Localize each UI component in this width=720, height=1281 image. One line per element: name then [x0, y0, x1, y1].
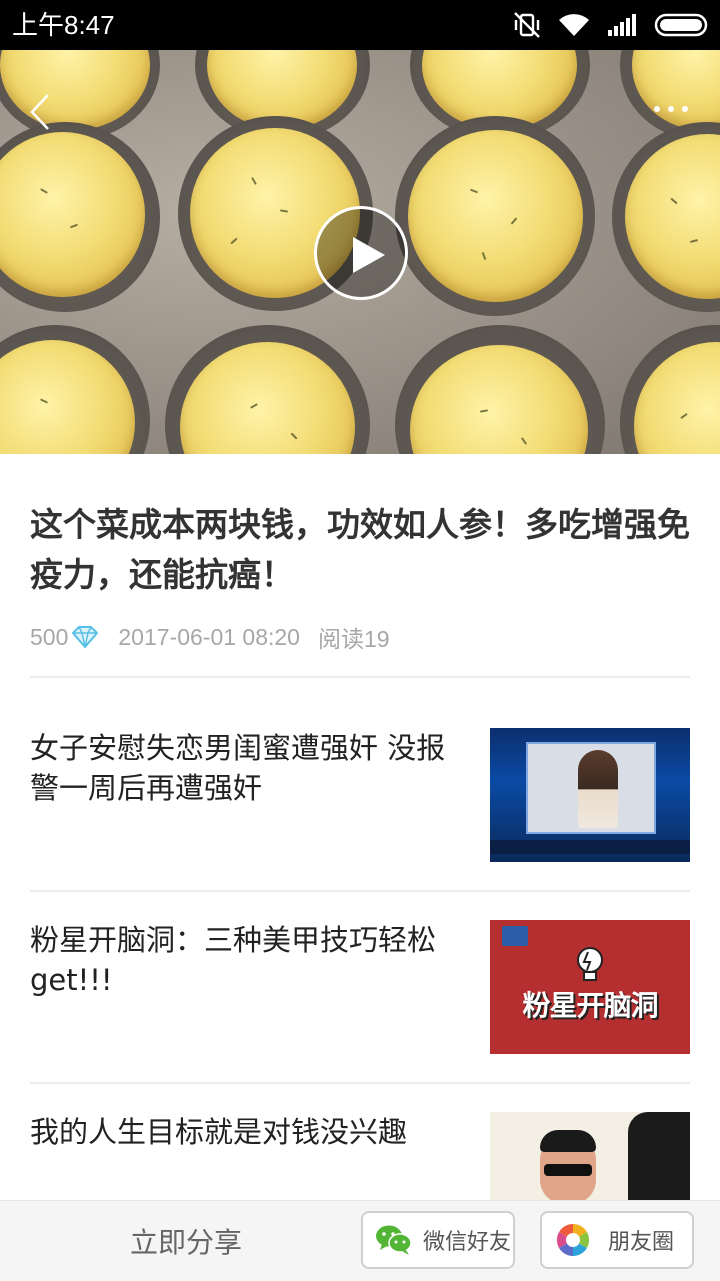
related-thumbnail: [490, 728, 690, 862]
play-icon: [353, 237, 385, 273]
divider: [30, 890, 690, 892]
divider: [30, 1082, 690, 1084]
related-title: 女子安慰失恋男闺蜜遭强奸 没报警一周后再遭强奸: [30, 731, 446, 805]
share-moments-button[interactable]: 朋友圈: [540, 1211, 694, 1269]
more-options-icon[interactable]: [654, 106, 688, 112]
share-wechat-label: 微信好友: [423, 1230, 512, 1255]
article-meta: 500 2017-06-01 08:20 阅读19: [30, 620, 390, 654]
wifi-icon: [559, 14, 589, 37]
coin-count: 500: [30, 623, 69, 650]
lightbulb-icon: [577, 947, 603, 981]
related-thumbnail: [490, 1112, 690, 1200]
vibrate-off-icon: [514, 12, 540, 38]
publish-date: 2017-06-01 08:20: [118, 623, 300, 650]
related-thumbnail: 粉星开脑洞: [490, 920, 690, 1054]
channel-logo: [502, 926, 528, 946]
moments-icon: [556, 1224, 590, 1256]
video-player[interactable]: [0, 50, 720, 454]
diamond-icon: [72, 626, 99, 648]
read-count: 阅读19: [317, 626, 390, 652]
status-bar: 上午8:47: [0, 0, 720, 50]
status-time: 上午8:47: [12, 10, 115, 40]
related-title: 我的人生目标就是对钱没兴趣: [30, 1115, 408, 1149]
divider: [30, 676, 690, 678]
status-icons: [512, 10, 710, 40]
related-title: 粉星开脑洞：三种美甲技巧轻松get!!!: [30, 923, 437, 997]
thumbnail-caption: 粉星开脑洞: [522, 989, 658, 1022]
share-bar: 立即分享 微信好友 朋友圈: [0, 1200, 720, 1281]
back-arrow-icon[interactable]: [28, 92, 52, 132]
share-wechat-button[interactable]: 微信好友: [361, 1211, 515, 1269]
article-title: 这个菜成本两块钱，功效如人参！多吃增强免疫力，还能抗癌！: [30, 505, 690, 594]
battery-icon: [654, 13, 708, 37]
share-moments-label: 朋友圈: [608, 1230, 675, 1255]
play-button[interactable]: [314, 206, 408, 300]
wechat-icon: [376, 1225, 412, 1255]
signal-icon: [608, 14, 636, 36]
share-label: 立即分享: [130, 1226, 243, 1259]
